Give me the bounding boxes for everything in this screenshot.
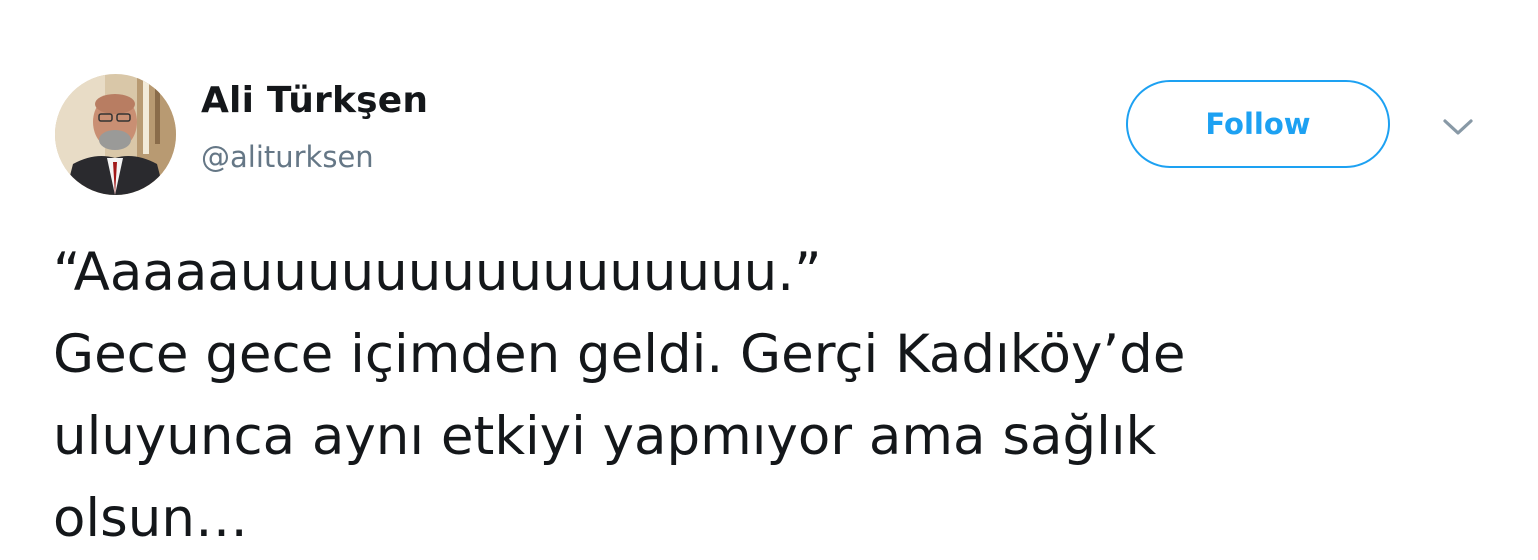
follow-button[interactable]: Follow	[1126, 80, 1390, 168]
tweet-card: Ali Türkşen @aliturksen Follow “Aaaaauuu…	[0, 0, 1538, 550]
chevron-down-icon	[1443, 119, 1473, 135]
tweet-text-line: uluyunca aynı etkiyi yapmıyor ama sağlık	[53, 406, 1157, 467]
tweet-text: “Aaaaauuuuuuuuuuuuuuuu.” Gece gece içimd…	[53, 232, 1493, 560]
tweet-text-line: olsun…	[53, 488, 248, 549]
user-handle[interactable]: @aliturksen	[201, 140, 374, 174]
display-name[interactable]: Ali Türkşen	[201, 80, 428, 121]
tweet-text-line: Gece gece içimden geldi. Gerçi Kadıköy’d…	[53, 324, 1186, 385]
profile-photo-icon	[55, 74, 176, 195]
avatar[interactable]	[55, 74, 176, 195]
tweet-text-line: “Aaaaauuuuuuuuuuuuuuuu.”	[53, 242, 822, 303]
more-options-button[interactable]	[1438, 112, 1478, 142]
